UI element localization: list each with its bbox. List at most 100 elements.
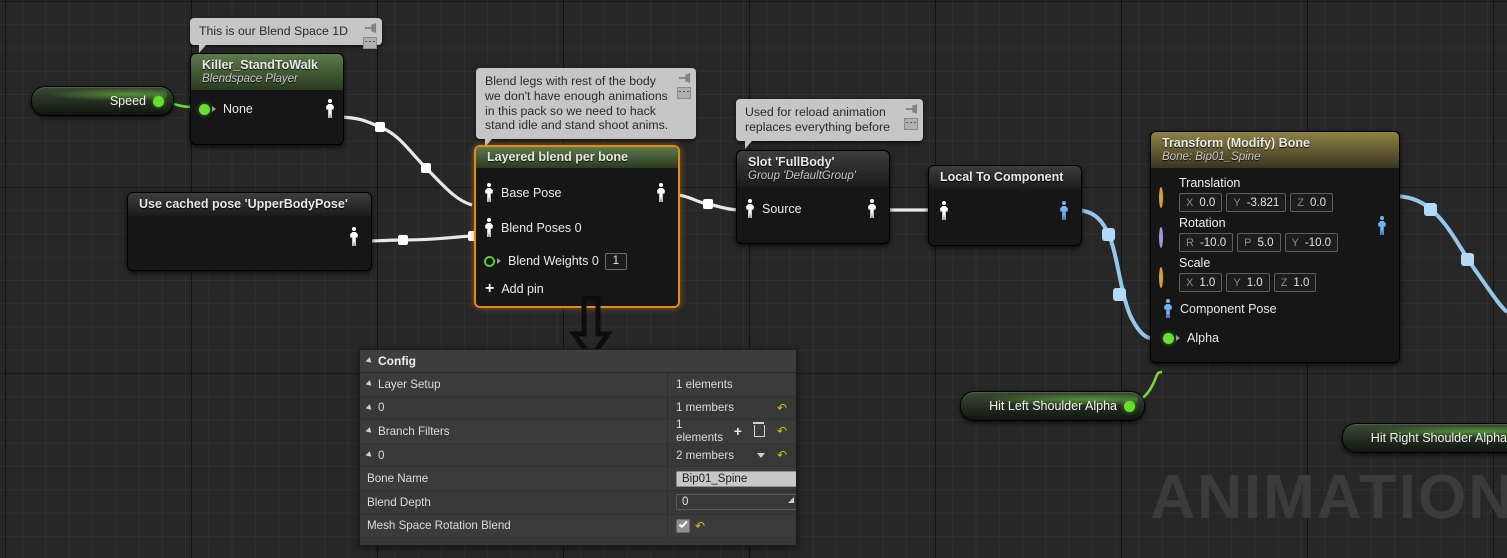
config-row-blend-depth[interactable]: Blend Depth 0 ↶ bbox=[360, 490, 796, 515]
axis-label-z: Z bbox=[1297, 196, 1305, 209]
drag-grip-icon[interactable] bbox=[788, 497, 794, 504]
variable-node-speed[interactable]: Speed bbox=[31, 86, 174, 116]
pin-row-none[interactable]: None bbox=[191, 96, 343, 122]
input-pin-vector-icon[interactable] bbox=[1159, 187, 1163, 208]
node-transform-modify-bone[interactable]: Transform (Modify) Bone Bone: Bip01_Spin… bbox=[1150, 131, 1400, 363]
config-row-bone-name[interactable]: Bone Name Bip01_Spine ↶ bbox=[360, 467, 796, 491]
pin-row-source[interactable]: Source bbox=[737, 193, 889, 225]
input-pin-pose-icon[interactable] bbox=[484, 218, 494, 238]
row-label: 0 bbox=[378, 448, 385, 462]
pin-label: Translation bbox=[1179, 176, 1241, 190]
variable-node-hit-right-shoulder-alpha[interactable]: Hit Right Shoulder Alpha bbox=[1342, 423, 1507, 453]
config-row-mesh-space-rotation-blend[interactable]: Mesh Space Rotation Blend ↶ bbox=[360, 514, 796, 539]
reset-to-default-icon[interactable]: ↶ bbox=[777, 425, 787, 437]
input-pin-asset[interactable] bbox=[199, 103, 210, 115]
rotation-pitch-field[interactable]: P 5.0 bbox=[1237, 233, 1281, 252]
translation-y-value: -3.821 bbox=[1246, 196, 1280, 209]
rotation-roll-field[interactable]: R -10.0 bbox=[1179, 233, 1234, 252]
config-details-panel[interactable]: Config Layer Setup 1 elements 0 1 member… bbox=[359, 349, 797, 546]
node-slot-fullbody[interactable]: Slot 'FullBody' Group 'DefaultGroup' Sou… bbox=[736, 150, 890, 244]
scale-z-field[interactable]: Z 1.0 bbox=[1273, 273, 1317, 292]
pin-row-translation[interactable]: Translation X 0.0 Y -3.821 Z 0.0 bbox=[1151, 174, 1399, 214]
variable-node-hit-left-shoulder-alpha[interactable]: Hit Left Shoulder Alpha bbox=[960, 391, 1145, 421]
input-pin-rotator-icon[interactable] bbox=[1159, 227, 1163, 248]
input-pin-pose-icon[interactable] bbox=[939, 201, 949, 221]
axis-label-x: X bbox=[1186, 196, 1194, 209]
pin-arrow-icon bbox=[1176, 335, 1180, 341]
translation-x-value: 0.0 bbox=[1199, 196, 1216, 209]
mesh-space-rotation-blend-checkbox[interactable] bbox=[676, 518, 690, 533]
input-pin-float-icon[interactable] bbox=[484, 255, 495, 267]
scale-x-field[interactable]: X 1.0 bbox=[1179, 273, 1223, 292]
translation-y-field[interactable]: Y -3.821 bbox=[1226, 193, 1287, 212]
rotation-yaw-field[interactable]: Y -10.0 bbox=[1284, 233, 1339, 252]
output-pin-exec[interactable] bbox=[153, 95, 164, 107]
blend-depth-input[interactable]: 0 bbox=[676, 494, 796, 511]
pin-row-blend-poses[interactable]: Blend Poses 0 bbox=[476, 210, 678, 246]
input-pin-pose-icon[interactable] bbox=[745, 199, 755, 219]
node-layered-blend-per-bone[interactable]: Layered blend per bone Base Pose Blend P… bbox=[474, 145, 680, 308]
comment-bubble-icon[interactable] bbox=[677, 87, 691, 99]
reset-to-default-icon[interactable]: ↶ bbox=[777, 402, 787, 414]
reset-to-default-icon[interactable]: ↶ bbox=[777, 449, 787, 461]
config-row-branch-filter-0[interactable]: 0 2 members ↶ bbox=[360, 443, 796, 468]
config-header[interactable]: Config bbox=[360, 350, 796, 373]
comment-bubble-icon[interactable] bbox=[363, 37, 377, 49]
node-blendspace-player[interactable]: Killer_StandToWalk Blendspace Player Non… bbox=[190, 53, 344, 145]
pin-icon[interactable] bbox=[364, 22, 377, 34]
chevron-down-icon[interactable] bbox=[756, 452, 765, 458]
animation-blueprint-graph[interactable]: ANIMATION This is our Blend Space 1D Ble… bbox=[0, 0, 1507, 558]
pin-row-base-pose[interactable]: Base Pose bbox=[476, 176, 678, 210]
expander-icon[interactable] bbox=[365, 427, 374, 436]
pin-row-scale[interactable]: Scale X 1.0 Y 1.0 Z 1.0 bbox=[1151, 254, 1399, 294]
row-value: 2 members bbox=[676, 448, 734, 462]
row-label: Blend Depth bbox=[367, 495, 431, 509]
pin-icon[interactable] bbox=[678, 72, 691, 84]
pin-row-component-pose[interactable]: Component Pose bbox=[1151, 294, 1399, 324]
input-pin-component-pose-icon[interactable] bbox=[1163, 299, 1173, 319]
reset-to-default-icon[interactable]: ↶ bbox=[695, 520, 705, 532]
output-pin-pose-icon[interactable] bbox=[349, 227, 359, 247]
expander-icon[interactable] bbox=[365, 357, 374, 365]
axis-label-r: R bbox=[1186, 236, 1194, 249]
pin-row-blend-weights[interactable]: Blend Weights 0 1 bbox=[476, 246, 678, 276]
output-pin-pose-icon[interactable] bbox=[656, 183, 666, 203]
delete-icon[interactable] bbox=[752, 422, 765, 438]
comment-bubble-blendspace[interactable]: This is our Blend Space 1D bbox=[190, 18, 382, 53]
input-pin-alpha-icon[interactable] bbox=[1163, 332, 1174, 344]
row-value: 1 elements bbox=[676, 377, 733, 391]
input-pin-rotation-wrap bbox=[1159, 216, 1179, 248]
scale-y-field[interactable]: Y 1.0 bbox=[1226, 273, 1270, 292]
blend-depth-value: 0 bbox=[682, 496, 689, 509]
add-element-icon[interactable]: + bbox=[734, 424, 742, 438]
node-title: Local To Component bbox=[940, 170, 1064, 184]
node-title: Layered blend per bone bbox=[487, 150, 629, 164]
comment-bubble-icon[interactable] bbox=[904, 118, 918, 130]
pin-label: Base Pose bbox=[501, 186, 562, 200]
output-pin-alpha[interactable] bbox=[1124, 400, 1135, 412]
translation-x-field[interactable]: X 0.0 bbox=[1179, 193, 1223, 212]
pin-icon[interactable] bbox=[905, 103, 918, 115]
pin-row-alpha[interactable]: Alpha bbox=[1151, 324, 1399, 352]
input-pin-vector-icon[interactable] bbox=[1159, 267, 1163, 288]
config-row-layer-0[interactable]: 0 1 members ↶ bbox=[360, 396, 796, 421]
comment-bubble-layered-blend[interactable]: Blend legs with rest of the body we don'… bbox=[476, 68, 696, 148]
row-value-cell: 1 elements bbox=[667, 373, 796, 396]
output-pin-pose-icon[interactable] bbox=[867, 199, 877, 219]
expander-icon[interactable] bbox=[365, 451, 374, 459]
output-pin-pose-icon[interactable] bbox=[325, 99, 335, 119]
comment-bubble-slot[interactable]: Used for reload animation replaces every… bbox=[736, 99, 923, 149]
expander-icon[interactable] bbox=[365, 404, 374, 412]
config-row-branch-filters[interactable]: Branch Filters 1 elements + ↶ bbox=[360, 418, 796, 444]
pin-row-rotation[interactable]: Rotation R -10.0 P 5.0 Y -10.0 bbox=[1151, 214, 1399, 254]
input-pin-pose-icon[interactable] bbox=[484, 183, 494, 203]
translation-z-field[interactable]: Z 0.0 bbox=[1290, 193, 1334, 212]
node-use-cached-pose[interactable]: Use cached pose 'UpperBodyPose' bbox=[127, 192, 372, 271]
output-pin-component-pose-icon[interactable] bbox=[1059, 201, 1069, 221]
node-title: Slot 'FullBody' bbox=[748, 155, 835, 169]
expander-icon[interactable] bbox=[365, 380, 374, 389]
config-row-layer-setup[interactable]: Layer Setup 1 elements bbox=[360, 373, 796, 397]
bone-name-input[interactable]: Bip01_Spine bbox=[676, 470, 796, 487]
blend-weight-input[interactable]: 1 bbox=[604, 252, 627, 270]
node-local-to-component[interactable]: Local To Component bbox=[928, 165, 1082, 246]
